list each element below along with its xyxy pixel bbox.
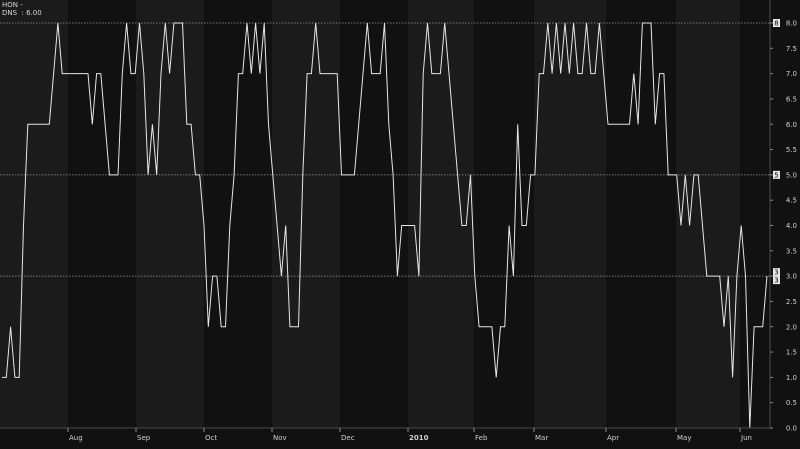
month-band <box>0 0 68 428</box>
x-tick-label: May <box>677 434 691 442</box>
y-tick-label: 5.5 <box>786 146 797 154</box>
reference-tag: 8 <box>774 20 778 28</box>
reference-tag: 5 <box>774 171 778 179</box>
y-tick-label: 3.5 <box>786 247 797 255</box>
month-band <box>740 0 770 428</box>
y-tick-label: 7.0 <box>786 70 797 78</box>
dns-chart: 0.0 0.5 1.0 1.5 2.0 2.5 3.0 3.5 4.0 4.5 5.0 5.5 6.0 6… <box>0 0 797 442</box>
month-bands <box>0 0 770 428</box>
reference-tags: 8 5 33 <box>773 19 780 285</box>
x-tick-label: Sep <box>137 434 151 442</box>
reference-tag: 3 <box>774 269 778 277</box>
y-tick-label: 2.0 <box>786 323 797 331</box>
y-tick-label: 8.0 <box>786 20 797 28</box>
x-tick-label: Aug <box>69 434 83 442</box>
y-tick-label: 4.0 <box>786 222 797 230</box>
x-tick-label: Nov <box>273 434 287 442</box>
x-tick-label: Jun <box>740 434 752 442</box>
y-axis: 0.0 0.5 1.0 1.5 2.0 2.5 3.0 3.5 4.0 4.5 5.0 5.5 6.0 6… <box>769 0 797 433</box>
y-tick-label: 6.0 <box>786 121 797 129</box>
y-tick-label: 6.5 <box>786 95 797 103</box>
x-tick-label: 2010 <box>409 434 429 442</box>
y-tick-label: 1.0 <box>786 374 797 382</box>
x-tick-label: Apr <box>607 434 619 442</box>
month-band <box>474 0 534 428</box>
y-tick-label: 0.5 <box>786 399 797 407</box>
y-tick-label: 3.0 <box>786 273 797 281</box>
x-tick-label: Mar <box>535 434 548 442</box>
symbol-label: HON - <box>2 1 23 9</box>
y-tick-label: 5.0 <box>786 171 797 179</box>
y-tick-label: 0.0 <box>786 425 797 433</box>
x-tick-label: Feb <box>475 434 488 442</box>
y-tick-label: 2.5 <box>786 298 797 306</box>
month-band <box>340 0 408 428</box>
last-value-tag: 3 <box>774 277 778 285</box>
indicator-label: DNS : 6.00 <box>2 9 42 17</box>
month-band <box>272 0 340 428</box>
x-tick-label: Oct <box>205 434 217 442</box>
y-tick-label: 1.5 <box>786 349 797 357</box>
x-tick-label: Dec <box>341 434 355 442</box>
y-tick-label: 7.5 <box>786 45 797 53</box>
y-tick-label: 4.5 <box>786 197 797 205</box>
x-axis: Aug Sep Oct Nov Dec 2010 Feb Mar Apr May Jun <box>0 427 770 442</box>
month-band <box>204 0 272 428</box>
month-band <box>68 0 136 428</box>
month-band <box>676 0 740 428</box>
